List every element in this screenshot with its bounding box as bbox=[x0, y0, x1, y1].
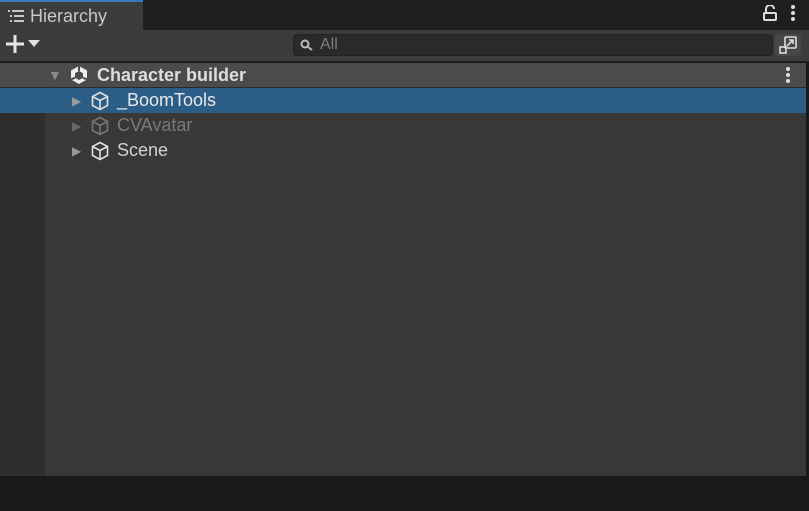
scene-menu-icon[interactable] bbox=[786, 67, 790, 83]
unity-logo-icon bbox=[70, 66, 88, 84]
tab-hierarchy[interactable]: Hierarchy bbox=[0, 0, 143, 30]
gameobject-cube-icon bbox=[91, 141, 109, 160]
list-icon bbox=[8, 10, 24, 22]
item-label: CVAvatar bbox=[117, 115, 193, 135]
expand-arrow-icon[interactable]: ▼ bbox=[48, 67, 62, 83]
search-icon bbox=[300, 39, 313, 51]
tree-item[interactable]: ▶ Scene bbox=[0, 138, 806, 163]
plus-icon bbox=[6, 35, 24, 53]
hierarchy-tree: ▼ Character builder ▶ _BoomTools ▶ CVAva… bbox=[0, 63, 806, 476]
search-input[interactable]: All bbox=[293, 34, 773, 56]
item-label: _BoomTools bbox=[117, 90, 217, 110]
expand-arrow-icon[interactable]: ▶ bbox=[72, 119, 81, 133]
tree-item[interactable]: ▶ _BoomTools bbox=[0, 88, 806, 113]
search-placeholder: All bbox=[320, 36, 338, 53]
scene-search-button[interactable] bbox=[775, 34, 801, 56]
scene-search-icon bbox=[779, 36, 797, 54]
tab-title: Hierarchy bbox=[30, 5, 108, 26]
tab-bar: Hierarchy bbox=[0, 0, 809, 30]
gameobject-cube-icon bbox=[91, 91, 109, 110]
scene-name: Character builder bbox=[97, 64, 247, 85]
toolbar: All bbox=[0, 30, 809, 62]
item-label: Scene bbox=[117, 140, 169, 160]
lock-icon[interactable] bbox=[763, 5, 777, 21]
add-button[interactable] bbox=[5, 34, 40, 54]
expand-arrow-icon[interactable]: ▶ bbox=[72, 94, 81, 108]
tree-item[interactable]: ▶ CVAvatar bbox=[0, 113, 806, 138]
gameobject-cube-icon bbox=[91, 116, 109, 135]
expand-arrow-icon[interactable]: ▶ bbox=[72, 144, 81, 158]
kebab-menu-icon[interactable] bbox=[791, 5, 795, 21]
caret-down-icon bbox=[28, 40, 40, 47]
scene-row[interactable]: ▼ Character builder bbox=[0, 63, 806, 88]
